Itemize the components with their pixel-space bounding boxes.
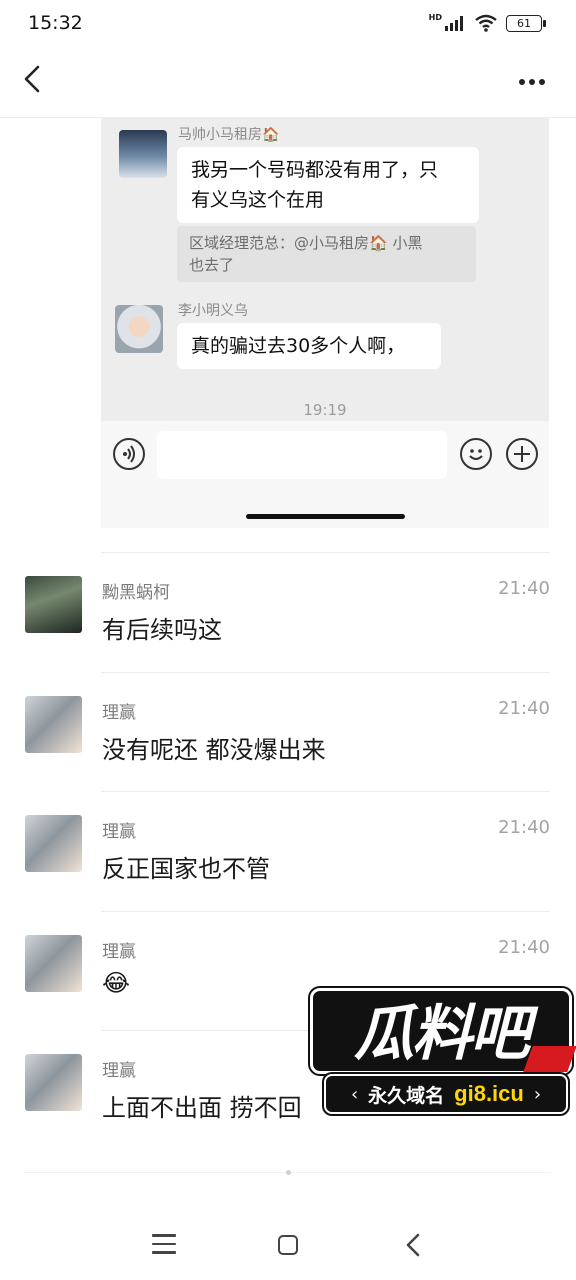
message-bubble-1: 我另一个号码都没有用了，只 有义乌这个在用 <box>177 147 479 223</box>
comment-avatar[interactable] <box>25 696 82 753</box>
sender-avatar-1 <box>119 130 167 178</box>
quoted-reply-1: 区域经理范总：@小马租房🏠 小黑 也去了 <box>177 226 476 282</box>
message-bubble-2: 真的骗过去30多个人啊， <box>177 323 441 369</box>
watermark-left-text: 永久域名 <box>368 1084 445 1107</box>
status-icons: HD 61 <box>428 12 546 32</box>
status-time: 15:32 <box>28 12 83 34</box>
comment-avatar[interactable] <box>25 1054 82 1111</box>
comment-author[interactable]: 理赢 <box>102 817 136 842</box>
wifi-icon <box>475 14 497 32</box>
comment-time: 21:40 <box>498 817 550 838</box>
system-back-button[interactable] <box>402 1232 426 1258</box>
back-button[interactable] <box>16 62 56 102</box>
sender-name-2: 李小明义乌 <box>178 303 248 319</box>
menu-icon <box>152 1234 176 1237</box>
status-bar: 15:32 HD 61 <box>0 0 576 50</box>
comment-author[interactable]: 理赢 <box>102 1056 136 1081</box>
nav-back-icon <box>406 1233 420 1257</box>
comment-time: 21:40 <box>498 578 550 599</box>
watermark-right-text: gi8.icu <box>454 1081 524 1106</box>
comment-text: 反正国家也不管 <box>102 855 270 883</box>
comment-divider <box>101 672 550 673</box>
system-home-button[interactable] <box>278 1235 298 1255</box>
nav-bar <box>0 50 576 116</box>
more-icon <box>519 79 525 85</box>
battery-level: 61 <box>517 16 531 30</box>
plus-button <box>506 438 538 470</box>
comment-divider <box>101 552 550 553</box>
comment-author[interactable]: 理赢 <box>102 937 136 962</box>
comment-emoji: 😂 <box>102 969 131 997</box>
more-button[interactable] <box>512 64 552 100</box>
comment-author[interactable]: 理赢 <box>102 698 136 723</box>
watermark-ribbon <box>523 1046 576 1072</box>
page-indicator-dot <box>286 1170 291 1175</box>
battery-icon: 61 <box>506 14 546 32</box>
comment-avatar[interactable] <box>25 576 82 633</box>
comment-text: 有后续吗这 <box>102 616 222 644</box>
voice-button <box>113 438 145 470</box>
chevron-left-icon: ‹ <box>350 1083 359 1105</box>
comment-item[interactable]: 理赢 21:40 没有呢还 都没爆出来 <box>0 672 576 791</box>
message-input <box>157 431 447 479</box>
plus-icon <box>514 446 530 462</box>
comment-item[interactable]: 黝黑蜗柯 21:40 有后续吗这 <box>0 552 576 671</box>
watermark-logo: 瓜料吧 ‹ 永久域名 gi8.icu › <box>310 988 576 1128</box>
network-type-label: HD <box>428 12 442 22</box>
comment-time: 21:40 <box>498 698 550 719</box>
comment-item[interactable]: 理赢 21:40 反正国家也不管 <box>0 791 576 910</box>
system-menu-button[interactable] <box>152 1234 176 1254</box>
emoji-button <box>460 438 492 470</box>
voice-icon <box>123 445 135 463</box>
back-icon <box>24 65 40 93</box>
signal-icon <box>445 16 463 31</box>
embedded-chat-screenshot: 马帅小马租房🏠 我另一个号码都没有用了，只 有义乌这个在用 区域经理范总：@小马… <box>101 118 549 528</box>
emoji-icon <box>469 449 483 460</box>
chat-timestamp: 19:19 <box>303 401 347 419</box>
home-indicator <box>246 514 405 519</box>
comment-avatar[interactable] <box>25 815 82 872</box>
comment-divider <box>101 911 550 912</box>
comment-divider <box>101 791 550 792</box>
comment-author[interactable]: 黝黑蜗柯 <box>102 578 170 603</box>
chevron-right-icon: › <box>533 1083 542 1105</box>
comment-time: 21:40 <box>498 937 550 958</box>
watermark-bar: ‹ 永久域名 gi8.icu › <box>324 1074 568 1114</box>
comment-text: 没有呢还 都没爆出来 <box>102 736 326 764</box>
sender-name-1: 马帅小马租房🏠 <box>178 127 280 143</box>
sender-avatar-2 <box>115 305 163 353</box>
comment-text: 上面不出面 捞不回 <box>102 1094 302 1122</box>
comment-avatar[interactable] <box>25 935 82 992</box>
